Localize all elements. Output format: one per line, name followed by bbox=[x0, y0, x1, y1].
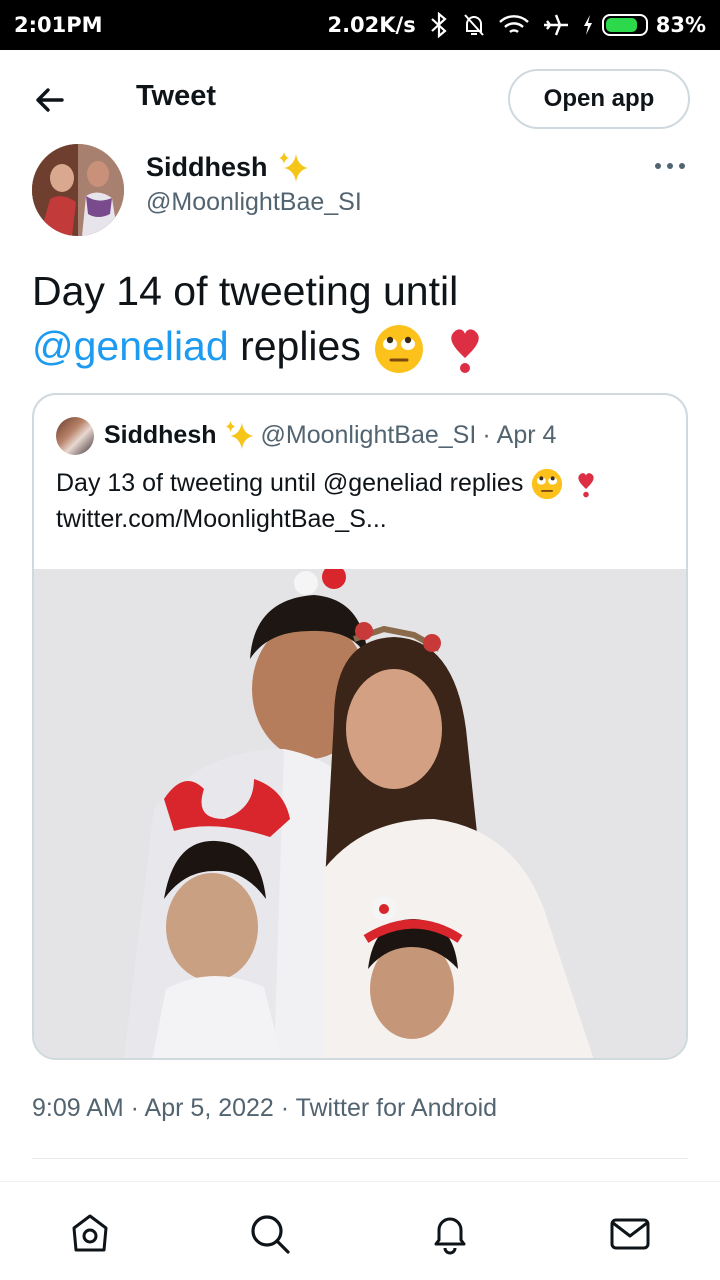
network-speed: 2.02K/s bbox=[327, 13, 416, 37]
more-horizontal-icon bbox=[655, 163, 685, 169]
home-icon bbox=[72, 1214, 108, 1252]
arrow-left-icon bbox=[36, 88, 64, 112]
eye-roll-emoji-icon bbox=[532, 469, 563, 500]
nav-messages[interactable] bbox=[608, 1212, 652, 1256]
battery-percent: 83% bbox=[655, 13, 706, 37]
mute-bell-icon bbox=[463, 14, 484, 36]
charging-icon bbox=[583, 15, 592, 35]
quoted-tweet-header: Siddhesh @MoonlightBae_SI · Apr 4 bbox=[104, 419, 556, 451]
tweet-text: Day 14 of tweeting until @geneliad repli… bbox=[32, 264, 692, 376]
status-bar: 2:01PM 2.02K/s 83% bbox=[0, 0, 720, 50]
battery-icon bbox=[601, 14, 648, 36]
open-app-button[interactable]: Open app bbox=[508, 69, 690, 129]
status-indicators: 2.02K/s 83% bbox=[327, 12, 706, 38]
author-avatar[interactable] bbox=[32, 144, 124, 236]
eye-roll-emoji-icon bbox=[375, 325, 424, 374]
quoted-tweet-text: Day 13 of tweeting until @geneliad repli… bbox=[56, 465, 666, 537]
tweet-timestamp: 9:09 AM · Apr 5, 2022 · Twitter for Andr… bbox=[32, 1094, 498, 1122]
nav-home[interactable] bbox=[68, 1212, 112, 1256]
family-photo-image bbox=[34, 569, 686, 1058]
author-name[interactable]: Siddhesh bbox=[146, 152, 268, 183]
quoted-tweet-photo[interactable] bbox=[34, 569, 686, 1058]
tweet-text-line1: Day 14 of tweeting until bbox=[32, 268, 459, 314]
wifi-icon bbox=[498, 15, 529, 33]
quoted-date: Apr 4 bbox=[496, 420, 557, 449]
battery-level bbox=[605, 18, 638, 32]
bluetooth-icon bbox=[430, 12, 447, 38]
avatar-image bbox=[32, 144, 124, 236]
heart-exclamation-icon bbox=[450, 329, 479, 374]
battery-indicator: 83% bbox=[582, 13, 706, 37]
sparkles-icon bbox=[225, 420, 253, 450]
bell-icon bbox=[434, 1217, 466, 1255]
nav-search[interactable] bbox=[248, 1212, 292, 1256]
mention-link[interactable]: @geneliad bbox=[32, 323, 229, 369]
status-time: 2:01PM bbox=[14, 13, 103, 37]
airplane-icon bbox=[543, 14, 568, 36]
quoted-author-name: Siddhesh bbox=[104, 420, 217, 449]
search-icon bbox=[251, 1215, 290, 1254]
page-title: Tweet bbox=[136, 80, 217, 112]
sparkles-icon bbox=[278, 152, 308, 182]
back-button[interactable] bbox=[30, 80, 70, 120]
author-handle[interactable]: @MoonlightBae_SI bbox=[146, 188, 362, 217]
nav-notifications[interactable] bbox=[428, 1212, 472, 1256]
divider bbox=[32, 1158, 688, 1159]
bottom-navigation bbox=[0, 1182, 720, 1280]
top-app-bar: Tweet Open app bbox=[0, 50, 720, 148]
author-name-row[interactable]: Siddhesh bbox=[146, 150, 310, 184]
quoted-tweet-card[interactable]: Siddhesh @MoonlightBae_SI · Apr 4 Day 13… bbox=[32, 393, 688, 1060]
tweet-text-after-mention: replies bbox=[240, 323, 361, 369]
mail-icon bbox=[610, 1218, 650, 1250]
more-options-button[interactable] bbox=[652, 156, 688, 176]
quoted-author-avatar bbox=[56, 417, 94, 455]
heart-exclamation-icon bbox=[578, 473, 594, 498]
quoted-separator: · bbox=[482, 420, 491, 449]
quoted-author-handle: @MoonlightBae_SI bbox=[260, 420, 477, 449]
quoted-text-body: Day 13 of tweeting until @geneliad repli… bbox=[56, 469, 524, 497]
quoted-link[interactable]: twitter.com/MoonlightBae_S... bbox=[56, 505, 387, 533]
